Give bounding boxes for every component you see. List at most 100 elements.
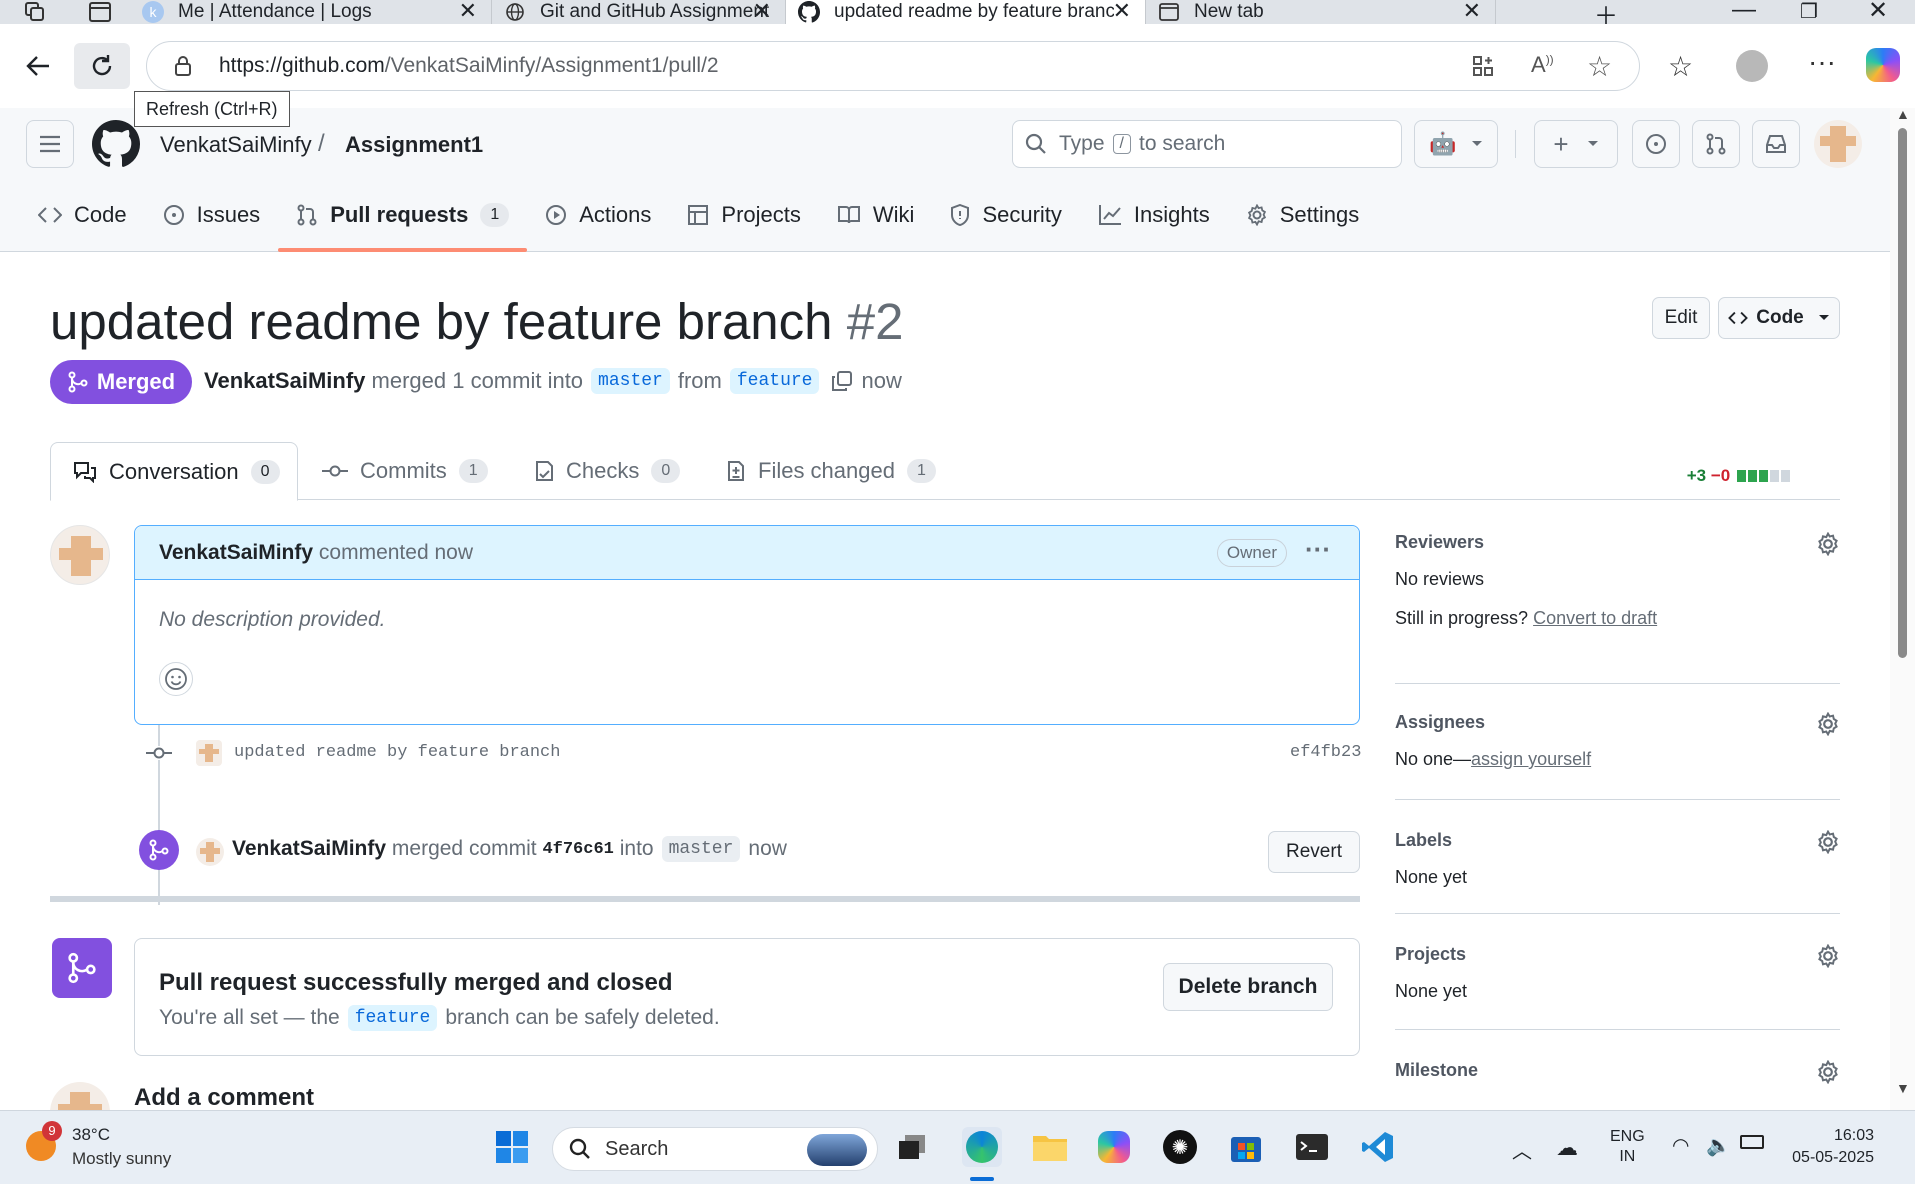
copilot-button[interactable]: 🤖	[1414, 120, 1498, 168]
gear-icon[interactable]	[1816, 944, 1840, 968]
app-available-icon[interactable]	[1471, 54, 1495, 83]
browser-tab-github-pr[interactable]: updated readme by feature branc ✕	[786, 0, 1146, 24]
profile-avatar[interactable]	[1736, 50, 1768, 82]
nav-actions[interactable]: Actions	[527, 178, 669, 252]
restore-icon[interactable]: ❐	[1800, 0, 1818, 24]
repo-name-link[interactable]: Assignment1	[345, 132, 483, 158]
refresh-button[interactable]	[74, 43, 130, 89]
head-branch-label[interactable]: feature	[729, 368, 820, 394]
browser-tab-attendance[interactable]: k Me | Attendance | Logs ✕	[130, 0, 492, 24]
battery-icon[interactable]	[1740, 1135, 1764, 1149]
nav-code[interactable]: Code	[0, 178, 145, 252]
language-indicator[interactable]: ENG IN	[1610, 1127, 1645, 1167]
gear-icon[interactable]	[1816, 532, 1840, 556]
file-explorer-icon[interactable]	[1030, 1127, 1070, 1167]
pull-requests-button[interactable]	[1692, 120, 1740, 168]
assign-yourself-link[interactable]: assign yourself	[1471, 749, 1591, 769]
commit-message-link[interactable]: updated readme by feature branch	[234, 743, 560, 762]
chatgpt-icon[interactable]: ✺	[1160, 1127, 1200, 1167]
copilot-app-icon[interactable]	[1094, 1127, 1134, 1167]
scrollbar-thumb[interactable]	[1898, 128, 1907, 658]
code-dropdown-button[interactable]: Code	[1718, 297, 1840, 339]
weather-widget[interactable]: 9 38°C Mostly sunny	[20, 1121, 200, 1175]
taskbar-search[interactable]: Search	[552, 1127, 878, 1171]
hamburger-menu-button[interactable]	[26, 120, 74, 168]
edge-browser-icon[interactable]	[962, 1127, 1002, 1167]
repo-owner-link[interactable]: VenkatSaiMinfy	[160, 132, 312, 158]
tab-checks[interactable]: Checks 0	[534, 442, 681, 500]
tab-actions-icon[interactable]	[70, 0, 130, 24]
windows-taskbar: 9 38°C Mostly sunny Search ✺ ︿ ☁ ENG IN ◠…	[0, 1110, 1915, 1184]
lock-icon[interactable]	[173, 55, 193, 82]
nav-issues[interactable]: Issues	[145, 178, 279, 252]
favorites-icon[interactable]: ☆	[1668, 50, 1693, 83]
copilot-icon[interactable]	[1866, 48, 1900, 82]
sidebar-projects: Projects None yet	[1395, 914, 1840, 1030]
nav-wiki[interactable]: Wiki	[819, 178, 933, 252]
scroll-up-icon[interactable]: ▲	[1896, 106, 1910, 122]
close-tab-icon[interactable]: ✕	[1463, 0, 1481, 24]
search-input[interactable]: Type / to search	[1012, 120, 1402, 168]
comment-author-link[interactable]: VenkatSaiMinfy	[159, 541, 313, 565]
base-branch-label[interactable]: master	[591, 368, 670, 394]
github-logo-icon[interactable]	[92, 120, 141, 173]
minimize-icon[interactable]: —	[1732, 0, 1756, 24]
convert-to-draft-link[interactable]: Convert to draft	[1533, 608, 1657, 628]
window-close-icon[interactable]: ✕	[1868, 0, 1888, 25]
tab-conversation[interactable]: Conversation 0	[50, 442, 298, 501]
browser-tab-newtab[interactable]: New tab ✕	[1146, 0, 1496, 24]
user-avatar[interactable]	[1814, 120, 1862, 168]
close-tab-icon[interactable]: ✕	[1113, 0, 1131, 24]
hidden-icons-chevron-icon[interactable]: ︿	[1512, 1135, 1532, 1164]
url-bar[interactable]: https://github.com/VenkatSaiMinfy/Assign…	[146, 41, 1640, 91]
page-scrollbar[interactable]: ▲ ▼	[1890, 106, 1915, 1110]
favorite-star-icon[interactable]: ☆	[1587, 50, 1612, 83]
merge-sha-link[interactable]: 4f76c61	[542, 840, 613, 859]
vscode-icon[interactable]	[1358, 1127, 1398, 1167]
onedrive-icon[interactable]: ☁	[1556, 1135, 1578, 1161]
kebab-menu-icon[interactable]: ···	[1305, 534, 1331, 565]
comment-author-avatar[interactable]	[50, 525, 110, 585]
close-tab-icon[interactable]: ✕	[753, 0, 771, 24]
commit-author-avatar[interactable]	[196, 740, 222, 766]
terminal-icon[interactable]	[1292, 1127, 1332, 1167]
more-options-icon[interactable]: ···	[1808, 46, 1836, 78]
url-text[interactable]: https://github.com/VenkatSaiMinfy/Assign…	[219, 54, 719, 78]
scroll-down-icon[interactable]: ▼	[1896, 1080, 1910, 1096]
tab-files-changed[interactable]: Files changed 1	[726, 442, 936, 500]
nav-projects[interactable]: Projects	[669, 178, 818, 252]
revert-button[interactable]: Revert	[1268, 831, 1360, 873]
clock[interactable]: 16:03 05-05-2025	[1790, 1125, 1874, 1169]
volume-icon[interactable]: 🔈	[1706, 1133, 1731, 1158]
nav-insights[interactable]: Insights	[1080, 178, 1228, 252]
start-windows-icon[interactable]	[492, 1127, 532, 1167]
inbox-button[interactable]	[1752, 120, 1800, 168]
commit-sha-link[interactable]: ef4fb23	[1290, 743, 1361, 762]
gear-icon[interactable]	[1816, 1060, 1840, 1084]
merge-base-branch[interactable]: master	[661, 836, 741, 862]
task-view-icon[interactable]	[892, 1127, 932, 1167]
edit-button[interactable]: Edit	[1652, 297, 1710, 339]
nav-settings[interactable]: Settings	[1228, 178, 1378, 252]
workspaces-icon[interactable]	[0, 0, 70, 24]
tab-commits[interactable]: Commits 1	[322, 442, 488, 500]
current-user-avatar[interactable]	[50, 1082, 110, 1110]
wifi-icon[interactable]: ◠	[1672, 1133, 1689, 1158]
close-tab-icon[interactable]: ✕	[459, 0, 477, 24]
read-aloud-icon[interactable]: A))	[1531, 52, 1554, 78]
issues-button[interactable]	[1632, 120, 1680, 168]
microsoft-store-icon[interactable]	[1226, 1127, 1266, 1167]
delete-branch-button[interactable]: Delete branch	[1163, 963, 1333, 1011]
browser-tab-doc[interactable]: Git and GitHub Assignment 1.doc ✕	[492, 0, 786, 24]
author-link[interactable]: VenkatSaiMinfy	[204, 368, 365, 394]
merge-author-link[interactable]: VenkatSaiMinfy	[232, 837, 386, 861]
copy-icon[interactable]	[831, 370, 853, 392]
nav-security[interactable]: Security	[932, 178, 1079, 252]
add-reaction-button[interactable]	[159, 662, 193, 696]
back-button[interactable]	[10, 43, 66, 89]
create-new-button[interactable]: +	[1534, 120, 1618, 168]
gear-icon[interactable]	[1816, 712, 1840, 736]
gear-icon[interactable]	[1816, 830, 1840, 854]
merge-author-avatar[interactable]	[196, 838, 224, 866]
nav-pull-requests[interactable]: Pull requests 1	[278, 178, 528, 252]
